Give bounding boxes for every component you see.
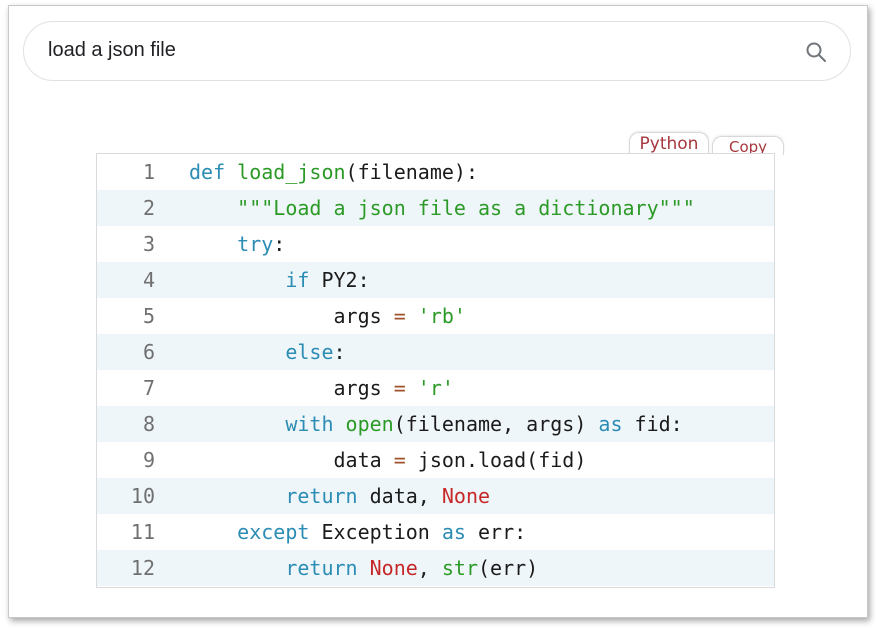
- code-token: def: [189, 160, 226, 184]
- line-number: 11: [130, 520, 155, 544]
- code-token: data: [189, 448, 394, 472]
- code-token: :: [333, 340, 346, 364]
- code-token: data,: [357, 484, 442, 508]
- code-line: 6 else:: [97, 334, 774, 370]
- code-token: None: [369, 556, 418, 580]
- code-token: load_json: [237, 160, 346, 184]
- code-token: =: [393, 376, 406, 400]
- code-block: 1 def load_json(filename): 2 """Load a jso…: [96, 153, 775, 588]
- result-card: load a json file Python Copy 1 def load_j…: [8, 5, 868, 618]
- code-line: 11 except Exception as err:: [97, 514, 774, 550]
- code-token: 'rb': [417, 304, 466, 328]
- code-token: return: [285, 484, 358, 508]
- code-token: None: [441, 484, 491, 508]
- code-token: else: [285, 340, 334, 364]
- code-line: 12 return None, str(err): [97, 550, 774, 586]
- line-number: 1: [142, 160, 155, 184]
- code-line: 4 if PY2:: [97, 262, 774, 298]
- code-line: 5 args = 'rb': [97, 298, 774, 334]
- code-token: (filename, args): [393, 412, 599, 436]
- code-token: as: [441, 520, 466, 544]
- code-token: return: [285, 556, 358, 580]
- code-token: with: [285, 412, 334, 436]
- code-token: 'r': [417, 376, 454, 400]
- code-token: (filename):: [345, 160, 478, 184]
- code-text: data = json.load(fid): [189, 442, 586, 478]
- code-token: as: [598, 412, 623, 436]
- code-text: if PY2:: [189, 262, 370, 298]
- code-token: str: [441, 556, 479, 580]
- search-bar[interactable]: load a json file: [23, 21, 851, 81]
- code-line: 1 def load_json(filename):: [97, 154, 774, 190]
- tab-python[interactable]: Python: [629, 132, 709, 155]
- code-line: 10 return data, None: [97, 478, 774, 514]
- code-token: (err): [478, 556, 539, 580]
- code-token: :: [273, 232, 286, 256]
- code-line: 7 args = 'r': [97, 370, 774, 406]
- line-number: 3: [142, 232, 155, 256]
- code-token: =: [393, 448, 406, 472]
- line-number: 10: [130, 484, 155, 508]
- code-text: args = 'r': [189, 370, 454, 406]
- line-number: 12: [130, 556, 155, 580]
- code-token: try: [237, 232, 274, 256]
- search-icon[interactable]: [804, 40, 828, 64]
- code-token: args: [189, 376, 394, 400]
- code-token: ,: [417, 556, 442, 580]
- code-line: 3 try:: [97, 226, 774, 262]
- line-number: 9: [142, 448, 155, 472]
- code-text: """Load a json file as a dictionary""": [189, 190, 695, 226]
- code-token: Exception: [309, 520, 442, 544]
- code-text: else:: [189, 334, 346, 370]
- code-token: args: [189, 304, 394, 328]
- line-number: 6: [142, 340, 155, 364]
- code-text: except Exception as err:: [189, 514, 526, 550]
- code-text: return None, str(err): [189, 550, 538, 586]
- code-token: =: [393, 304, 406, 328]
- code-token: open: [345, 412, 394, 436]
- line-number: 5: [142, 304, 155, 328]
- line-number: 8: [142, 412, 155, 436]
- code-token: """Load a json file as a dictionary""": [237, 196, 695, 220]
- code-text: return data, None: [189, 478, 490, 514]
- code-line: 9 data = json.load(fid): [97, 442, 774, 478]
- line-number: 4: [142, 268, 155, 292]
- code-token: fid:: [622, 412, 683, 436]
- code-text: try:: [189, 226, 285, 262]
- code-token: json.load(fid): [405, 448, 587, 472]
- code-token: if: [285, 268, 310, 292]
- code-text: args = 'rb': [189, 298, 466, 334]
- line-number: 7: [142, 376, 155, 400]
- code-line: 8 with open(filename, args) as fid:: [97, 406, 774, 442]
- code-line: 2 """Load a json file as a dictionary""": [97, 190, 774, 226]
- code-text: with open(filename, args) as fid:: [189, 406, 683, 442]
- search-input[interactable]: load a json file: [48, 39, 176, 62]
- line-number: 2: [142, 196, 155, 220]
- code-text: def load_json(filename):: [189, 154, 478, 190]
- code-token: PY2:: [309, 268, 370, 292]
- code-token: err:: [465, 520, 527, 544]
- code-token: except: [237, 520, 310, 544]
